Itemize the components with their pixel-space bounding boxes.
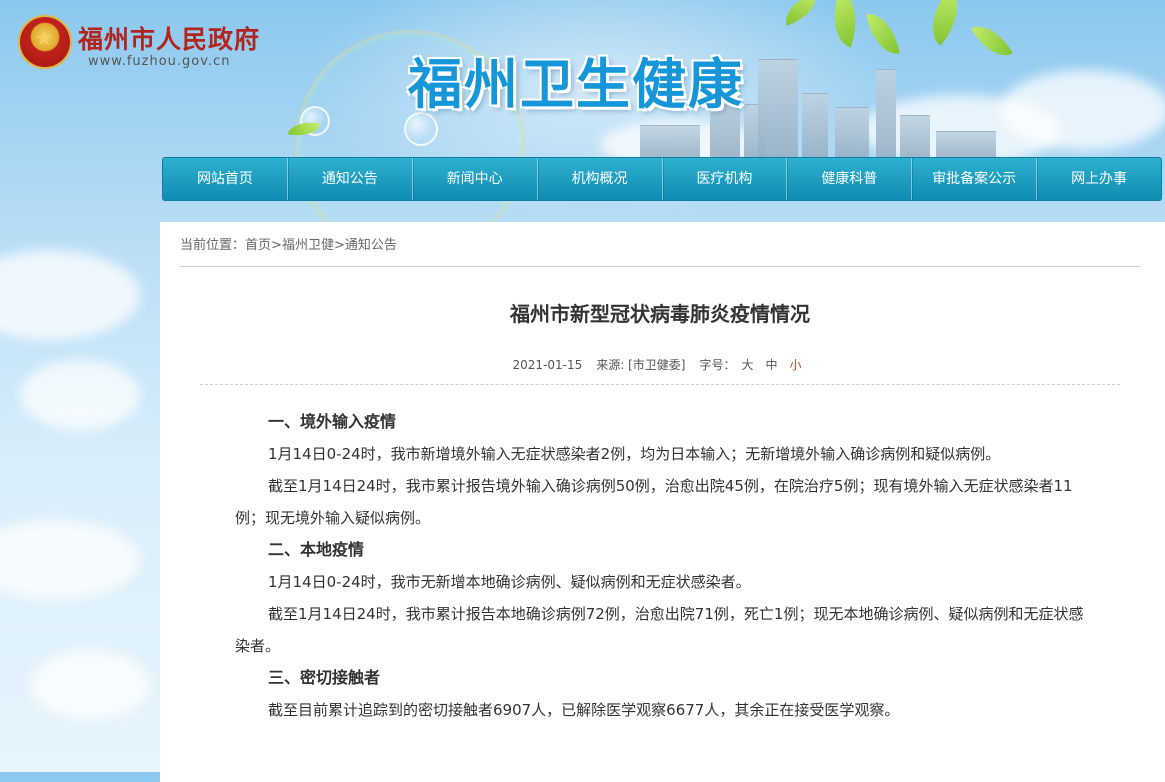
gov-url[interactable]: www.fuzhou.gov.cn xyxy=(88,54,230,69)
paragraph: 截至1月14日24时，我市累计报告本地确诊病例72例，治愈出院71例，死亡1例；… xyxy=(235,605,1084,655)
nav-item-online-services[interactable]: 网上办事 xyxy=(1037,158,1161,200)
article-source: 来源: [市卫健委] xyxy=(596,358,686,372)
breadcrumb-separator: > xyxy=(333,238,345,253)
article-body: 一、境外输入疫情 1月14日0-24时，我市新增境外输入无症状感染者2例，均为日… xyxy=(235,406,1095,726)
paragraph: 1月14日0-24时，我市新增境外输入无症状感染者2例，均为日本输入；无新增境外… xyxy=(268,445,1001,463)
breadcrumb-prefix: 当前位置： xyxy=(180,238,246,253)
leaf-decoration xyxy=(917,0,973,46)
nav-item-approval-publicity[interactable]: 审批备案公示 xyxy=(912,158,1038,200)
font-size-label: 字号： xyxy=(699,358,736,372)
font-size-medium-button[interactable]: 中 xyxy=(765,358,777,372)
dashed-divider xyxy=(200,384,1120,385)
article-date: 2021-01-15 xyxy=(512,358,583,372)
paragraph: 截至1月14日24时，我市累计报告境外输入确诊病例50例，治愈出院45例，在院治… xyxy=(235,477,1073,527)
header-cloud xyxy=(1000,70,1165,150)
bg-cloud xyxy=(0,250,140,340)
paragraph: 截至目前累计追踪到的密切接触者6907人，已解除医学观察6677人，其余正在接受… xyxy=(268,701,900,719)
content-panel: 当前位置：首页>福州卫健>通知公告 福州市新型冠状病毒肺炎疫情情况 2021-0… xyxy=(160,222,1165,782)
site-title: 福州卫生健康 xyxy=(408,53,744,116)
divider xyxy=(180,266,1140,267)
nav-item-medical-institutions[interactable]: 医疗机构 xyxy=(663,158,788,200)
article-meta: 2021-01-15 来源: [市卫健委] 字号： 大中小 xyxy=(160,356,1160,373)
bg-cloud xyxy=(30,650,150,720)
breadcrumb: 当前位置：首页>福州卫健>通知公告 xyxy=(180,234,397,253)
section-heading: 三、密切接触者 xyxy=(268,668,381,687)
main-nav: 网站首页 通知公告 新闻中心 机构概况 医疗机构 健康科普 审批备案公示 网上办… xyxy=(162,157,1162,201)
section-heading: 一、境外输入疫情 xyxy=(268,412,397,431)
nav-item-news[interactable]: 新闻中心 xyxy=(413,158,538,200)
nav-item-notices[interactable]: 通知公告 xyxy=(288,158,413,200)
gov-title[interactable]: 福州市人民政府 xyxy=(78,20,260,56)
site-header: ★ 福州市人民政府 www.fuzhou.gov.cn 福州卫生健康 网站首页 … xyxy=(0,0,1165,222)
section-heading: 二、本地疫情 xyxy=(268,540,365,559)
bg-cloud xyxy=(0,520,140,600)
bg-cloud xyxy=(20,360,140,430)
breadcrumb-section-link[interactable]: 福州卫健 xyxy=(282,238,334,253)
paragraph: 1月14日0-24时，我市无新增本地确诊病例、疑似病例和无症状感染者。 xyxy=(268,573,751,591)
nav-item-health-science[interactable]: 健康科普 xyxy=(787,158,913,200)
breadcrumb-separator: > xyxy=(271,238,282,253)
national-emblem-icon: ★ xyxy=(20,17,70,67)
nav-item-organization[interactable]: 机构概况 xyxy=(538,158,663,200)
breadcrumb-current-link[interactable]: 通知公告 xyxy=(345,238,397,253)
font-size-small-button[interactable]: 小 xyxy=(790,358,802,372)
breadcrumb-home-link[interactable]: 首页 xyxy=(245,238,271,253)
article-title: 福州市新型冠状病毒肺炎疫情情况 xyxy=(510,302,810,326)
nav-item-home[interactable]: 网站首页 xyxy=(163,158,288,200)
font-size-large-button[interactable]: 大 xyxy=(741,358,753,372)
